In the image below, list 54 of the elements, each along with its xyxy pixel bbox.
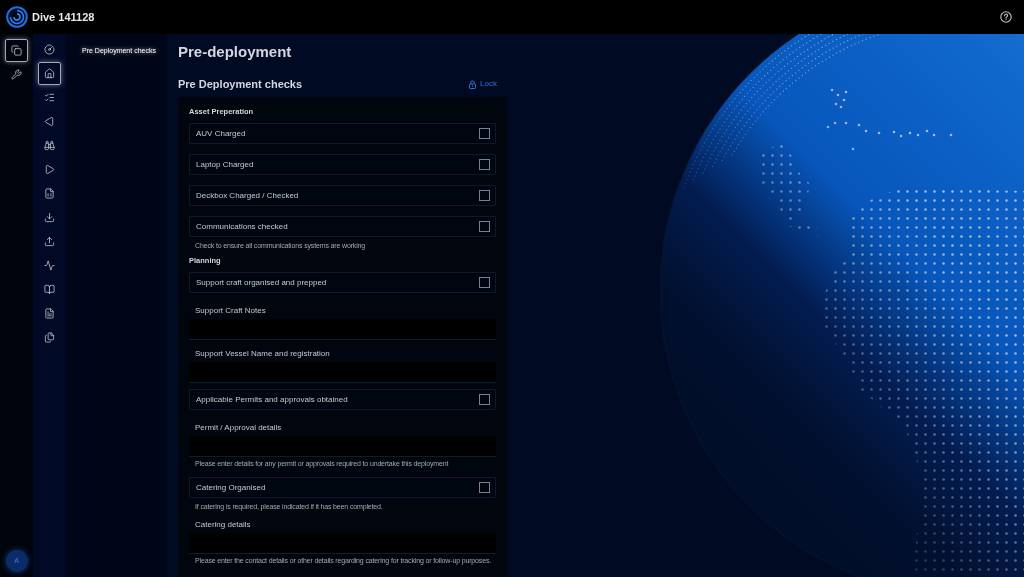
copy-icon [11,45,22,56]
field-label: Permit / Approval details [194,423,283,433]
checkbox[interactable] [479,482,490,493]
wrench-icon [11,69,22,80]
page-title: Pre-deployment [178,43,293,61]
home-button[interactable] [38,62,61,85]
field-label: AUV Charged [196,128,246,139]
checkbox[interactable] [479,128,490,139]
gauge-icon [44,44,55,55]
checkbox-row[interactable]: Communications checked [189,216,496,237]
field-label: Applicable Permits and approvals obtained [196,394,348,405]
field-label: Support Vessel Name and registration [194,349,331,359]
checkbox-row[interactable]: AUV Charged [189,123,496,144]
pulse-icon [44,260,55,271]
binoculars-icon [44,140,55,151]
text-input[interactable] [189,533,496,554]
app-title: Dive 141128 [32,9,95,25]
field-label: Support Craft Notes [194,306,267,316]
text-input[interactable] [189,319,496,340]
help-button[interactable] [1000,11,1012,23]
logo-icon [6,6,28,28]
text-input[interactable] [189,362,496,383]
lock-icon [469,79,477,89]
checkbox-row[interactable]: Support craft organised and prepped [189,272,496,293]
text-input[interactable] [189,436,496,457]
field-label: Support craft organised and prepped [196,277,327,288]
checkbox-row[interactable]: Applicable Permits and approvals obtained [189,389,496,410]
field-label: Laptop Charged [196,159,254,170]
upload-icon [44,236,55,247]
files-icon [44,332,55,343]
form-title: Pre Deployment checks [178,77,303,91]
checkbox-row[interactable]: Deckbox Charged / Checked [189,185,496,206]
field-label: Catering details [194,520,252,530]
help-icon [1000,11,1012,23]
checkbox[interactable] [479,277,490,288]
checkbox[interactable] [479,190,490,201]
copy-button[interactable] [5,39,28,62]
checkbox[interactable] [479,221,490,232]
home-icon [44,68,55,79]
field-label: Deckbox Charged / Checked [196,190,299,201]
checkbox[interactable] [479,394,490,405]
spreadsheet-icon [44,188,55,199]
task-list-icon [44,92,55,103]
download-icon [44,212,55,223]
checkbox-row[interactable]: Catering Organised [189,477,496,498]
checkbox-row[interactable]: Laptop Charged [189,154,496,175]
lock-button[interactable]: Lock [469,79,497,89]
checkbox[interactable] [479,159,490,170]
field-label: Communications checked [196,221,288,232]
play-icon [44,164,55,175]
document-icon [44,308,55,319]
book-icon [44,284,55,295]
field-label: Catering Organised [196,482,266,493]
left-triangle-icon [44,116,55,127]
